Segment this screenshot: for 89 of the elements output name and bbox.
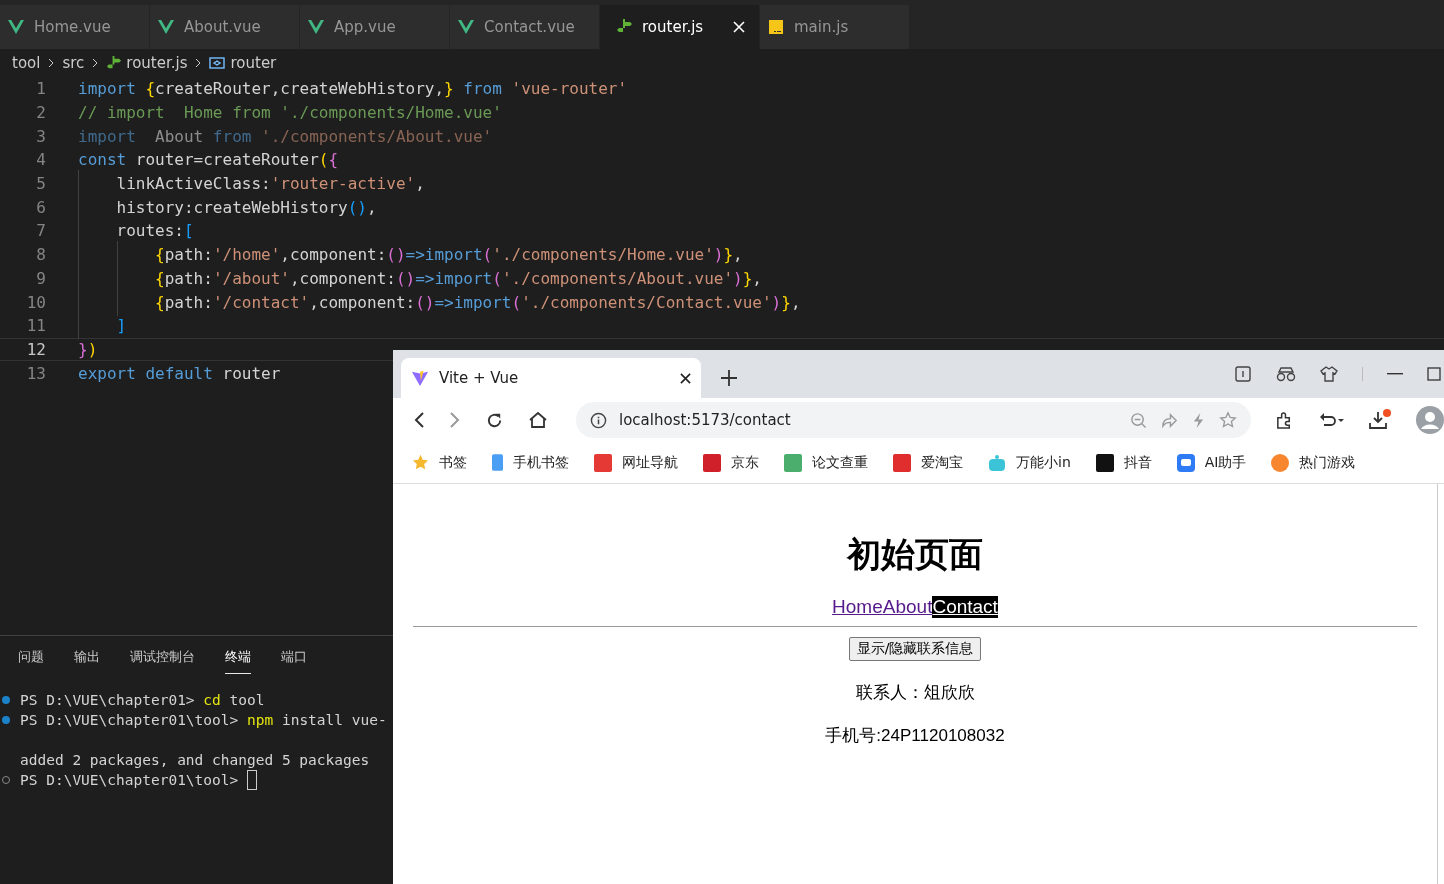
code-line: import {createRouter,createWebHistory,} from 'vue-router'	[78, 79, 628, 99]
terminal-line: added 2 packages, and changed 5 packages	[20, 752, 370, 768]
bookmark[interactable]: 热门游戏	[1271, 453, 1356, 472]
glasses-icon[interactable]	[1276, 366, 1296, 382]
close-icon[interactable]	[680, 372, 691, 384]
panel-tab[interactable]: 调试控制台	[130, 648, 195, 674]
nav-link[interactable]: About	[882, 596, 933, 618]
line-number: 2	[35, 103, 46, 123]
editor-tab[interactable]: About.vue	[150, 5, 300, 49]
toggle-button[interactable]: 显示/隐藏联系信息	[848, 637, 982, 661]
phone-number: 手机号:24P1120108032	[825, 725, 1005, 747]
line-number: 10	[25, 292, 46, 312]
signpost-icon	[616, 19, 632, 35]
editor-tab[interactable]: main.js	[760, 5, 910, 49]
line-number: 11	[25, 316, 46, 336]
line-number: 5	[35, 174, 46, 194]
code-line: import About from './components/About.vue'	[78, 126, 493, 146]
address-bar[interactable]: localhost:5173/contact	[576, 402, 1251, 438]
code-line: ]	[78, 316, 127, 336]
line-number: 6	[35, 197, 46, 217]
line-number: 3	[35, 126, 46, 146]
terminal-line: PS D:\VUE\chapter01\tool> npm install vue-	[20, 712, 387, 728]
info-icon	[590, 411, 607, 429]
code-line: })	[78, 339, 98, 359]
browser-tab[interactable]: Vite + Vue	[401, 358, 701, 398]
bookmark[interactable]: 网址导航	[594, 453, 678, 472]
line-number: 4	[35, 150, 46, 170]
undo-icon[interactable]	[1318, 411, 1344, 429]
breadcrumb-item[interactable]: router.js	[126, 54, 188, 72]
chevron-icon	[195, 58, 202, 68]
contact-name: 联系人：俎欣欣	[855, 682, 975, 704]
breadcrumb-item[interactable]: tool	[12, 54, 41, 72]
bookmark[interactable]: AI助手	[1176, 453, 1247, 472]
variable-icon	[209, 57, 226, 69]
bookmark[interactable]: 论文查重	[784, 453, 868, 472]
code-line: // import Home from './components/Home.vue'	[78, 103, 502, 123]
vue-logo-icon	[8, 20, 24, 34]
home-icon[interactable]	[528, 410, 548, 430]
vue-logo-icon	[158, 20, 174, 34]
line-number: 13	[25, 363, 46, 383]
breadcrumb-item[interactable]: src	[62, 54, 85, 72]
chevron-icon	[48, 58, 55, 68]
download-icon[interactable]	[1368, 409, 1392, 431]
editor-tab[interactable]: Contact.vue	[450, 5, 600, 49]
panel-tab[interactable]: 问题	[18, 648, 44, 674]
vue-logo-icon	[308, 20, 324, 34]
panel-tab[interactable]: 输出	[74, 648, 100, 674]
star-icon[interactable]	[1219, 411, 1237, 429]
page-heading: 初始页面	[847, 534, 983, 575]
maximize-icon[interactable]	[1427, 367, 1441, 381]
code-line: const router=createRouter({	[78, 150, 339, 170]
signpost-icon	[106, 55, 122, 71]
line-number: 9	[35, 268, 46, 288]
new-tab-icon[interactable]	[721, 370, 737, 386]
bookmark[interactable]: 手机书签	[492, 453, 569, 472]
vue-logo-icon	[458, 20, 474, 34]
editor-tab[interactable]: App.vue	[300, 5, 450, 49]
code-line: {path:'/about',component:()=>import('./components/About.vue')},	[78, 268, 762, 288]
bookmark[interactable]: 京东	[703, 453, 759, 472]
back-icon[interactable]	[413, 411, 425, 429]
shirt-icon[interactable]	[1320, 365, 1338, 383]
forward-icon[interactable]	[449, 411, 461, 429]
bookmark[interactable]: 书签	[412, 453, 467, 472]
lightning-icon[interactable]	[1192, 411, 1205, 429]
avatar-icon[interactable]	[1416, 406, 1444, 434]
editor-tab[interactable]: router.js	[600, 5, 760, 49]
bookmark[interactable]: 抖音	[1095, 453, 1152, 472]
line-number: 1	[35, 79, 46, 99]
editor-tab[interactable]: Home.vue	[0, 5, 150, 49]
share-icon[interactable]	[1161, 411, 1178, 429]
terminal-line: PS D:\VUE\chapter01\tool>	[20, 772, 239, 788]
vite-logo-icon	[411, 369, 429, 387]
line-number: 7	[35, 221, 46, 241]
bookmark[interactable]: 万能小in	[988, 453, 1071, 472]
nav-link[interactable]: Contact	[932, 596, 998, 618]
panel-tab[interactable]: 端口	[281, 648, 307, 674]
zoom-out-icon[interactable]	[1130, 411, 1147, 429]
panel-tab[interactable]: 终端	[225, 648, 251, 674]
nav-link[interactable]: Home	[832, 596, 883, 618]
breadcrumb-item[interactable]: router	[230, 54, 277, 72]
bookmark[interactable]: 爱淘宝	[893, 453, 963, 472]
chevron-icon	[92, 58, 99, 68]
terminal-line: PS D:\VUE\chapter01> cd tool	[20, 692, 265, 708]
tab-counter-icon[interactable]	[1234, 365, 1252, 383]
js-file-icon	[768, 19, 784, 35]
line-number: 8	[35, 245, 46, 265]
code-line: export default router	[78, 363, 281, 383]
line-number: 12	[25, 339, 46, 359]
minimize-icon[interactable]	[1387, 373, 1403, 375]
